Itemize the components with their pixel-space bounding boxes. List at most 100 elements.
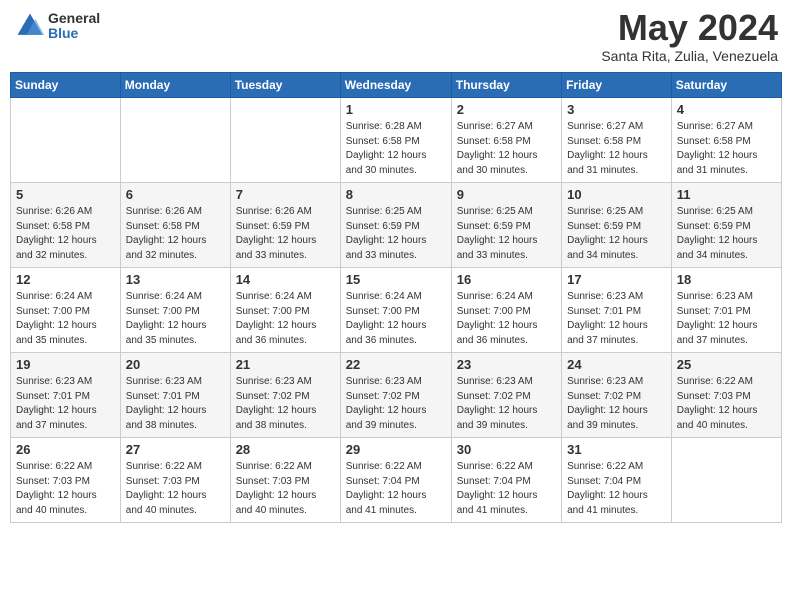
day-number: 22: [346, 357, 446, 372]
day-info: Sunrise: 6:26 AMSunset: 6:58 PMDaylight:…: [16, 205, 115, 263]
day-info: Sunrise: 6:23 AMSunset: 7:01 PMDaylight:…: [126, 375, 225, 433]
day-info: Sunrise: 6:23 AMSunset: 7:02 PMDaylight:…: [457, 375, 556, 433]
day-number: 8: [346, 187, 446, 202]
column-header-thursday: Thursday: [451, 73, 561, 98]
logo-icon: [14, 10, 46, 42]
calendar-cell: 28 Sunrise: 6:22 AMSunset: 7:03 PMDayligh…: [230, 438, 340, 523]
column-header-monday: Monday: [120, 73, 230, 98]
calendar-cell: 1 Sunrise: 6:28 AMSunset: 6:58 PMDaylight…: [340, 98, 451, 183]
month-title: May 2024: [601, 10, 778, 46]
calendar-header-row: SundayMondayTuesdayWednesdayThursdayFrid…: [11, 73, 782, 98]
calendar-cell: 16Sunrise: 6:24 AMSunset: 7:00 PMDayligh…: [451, 268, 561, 353]
day-info: Sunrise: 6:23 AMSunset: 7:02 PMDaylight:…: [346, 375, 446, 433]
day-number: 25: [677, 357, 776, 372]
calendar-cell: 11Sunrise: 6:25 AMSunset: 6:59 PMDayligh…: [671, 183, 781, 268]
day-number: 4: [677, 102, 776, 117]
calendar-cell: 4 Sunrise: 6:27 AMSunset: 6:58 PMDaylight…: [671, 98, 781, 183]
calendar-week-5: 26Sunrise: 6:22 AMSunset: 7:03 PMDayligh…: [11, 438, 782, 523]
day-info: Sunrise: 6:22 AMSunset: 7:03 PMDaylight:…: [126, 460, 225, 518]
calendar-cell: 5 Sunrise: 6:26 AMSunset: 6:58 PMDaylight…: [11, 183, 121, 268]
day-info: Sunrise: 6:25 AMSunset: 6:59 PMDaylight:…: [457, 205, 556, 263]
day-number: 29: [346, 442, 446, 457]
logo-blue: Blue: [48, 26, 100, 41]
page-header: General Blue May 2024 Santa Rita, Zulia,…: [10, 10, 782, 64]
calendar-cell: 9 Sunrise: 6:25 AMSunset: 6:59 PMDaylight…: [451, 183, 561, 268]
calendar-cell: 24 Sunrise: 6:23 AMSunset: 7:02 PMDayligh…: [562, 353, 672, 438]
day-info: Sunrise: 6:28 AMSunset: 6:58 PMDaylight:…: [346, 120, 446, 178]
day-number: 7: [236, 187, 335, 202]
column-header-tuesday: Tuesday: [230, 73, 340, 98]
column-header-wednesday: Wednesday: [340, 73, 451, 98]
calendar-cell: 3Sunrise: 6:27 AMSunset: 6:58 PMDaylight…: [562, 98, 672, 183]
day-info: Sunrise: 6:22 AMSunset: 7:03 PMDaylight:…: [16, 460, 115, 518]
column-header-saturday: Saturday: [671, 73, 781, 98]
calendar-cell: 17Sunrise: 6:23 AMSunset: 7:01 PMDayligh…: [562, 268, 672, 353]
day-info: Sunrise: 6:23 AMSunset: 7:02 PMDaylight:…: [567, 375, 666, 433]
day-number: 16: [457, 272, 556, 287]
day-info: Sunrise: 6:23 AMSunset: 7:01 PMDaylight:…: [16, 375, 115, 433]
calendar-cell: 26Sunrise: 6:22 AMSunset: 7:03 PMDayligh…: [11, 438, 121, 523]
day-number: 9: [457, 187, 556, 202]
calendar-cell: 23 Sunrise: 6:23 AMSunset: 7:02 PMDayligh…: [451, 353, 561, 438]
day-number: 18: [677, 272, 776, 287]
calendar-cell: 22 Sunrise: 6:23 AMSunset: 7:02 PMDayligh…: [340, 353, 451, 438]
day-info: Sunrise: 6:22 AMSunset: 7:04 PMDaylight:…: [457, 460, 556, 518]
logo-general: General: [48, 11, 100, 26]
calendar-cell: 10 Sunrise: 6:25 AMSunset: 6:59 PMDayligh…: [562, 183, 672, 268]
calendar-cell: 2 Sunrise: 6:27 AMSunset: 6:58 PMDaylight…: [451, 98, 561, 183]
calendar-table: SundayMondayTuesdayWednesdayThursdayFrid…: [10, 72, 782, 523]
day-info: Sunrise: 6:27 AMSunset: 6:58 PMDaylight:…: [457, 120, 556, 178]
calendar-cell: 31Sunrise: 6:22 AMSunset: 7:04 PMDayligh…: [562, 438, 672, 523]
day-number: 23: [457, 357, 556, 372]
day-number: 19: [16, 357, 115, 372]
day-info: Sunrise: 6:24 AMSunset: 7:00 PMDaylight:…: [16, 290, 115, 348]
calendar-cell: 27 Sunrise: 6:22 AMSunset: 7:03 PMDayligh…: [120, 438, 230, 523]
calendar-cell: 18Sunrise: 6:23 AMSunset: 7:01 PMDayligh…: [671, 268, 781, 353]
day-info: Sunrise: 6:24 AMSunset: 7:00 PMDaylight:…: [236, 290, 335, 348]
day-number: 17: [567, 272, 666, 287]
day-info: Sunrise: 6:26 AMSunset: 6:59 PMDaylight:…: [236, 205, 335, 263]
day-info: Sunrise: 6:25 AMSunset: 6:59 PMDaylight:…: [346, 205, 446, 263]
day-number: 2: [457, 102, 556, 117]
day-info: Sunrise: 6:24 AMSunset: 7:00 PMDaylight:…: [126, 290, 225, 348]
calendar-cell: 7 Sunrise: 6:26 AMSunset: 6:59 PMDaylight…: [230, 183, 340, 268]
day-info: Sunrise: 6:22 AMSunset: 7:03 PMDaylight:…: [236, 460, 335, 518]
calendar-week-4: 19 Sunrise: 6:23 AMSunset: 7:01 PMDayligh…: [11, 353, 782, 438]
day-info: Sunrise: 6:22 AMSunset: 7:03 PMDaylight:…: [677, 375, 776, 433]
day-number: 27: [126, 442, 225, 457]
day-number: 20: [126, 357, 225, 372]
day-number: 15: [346, 272, 446, 287]
calendar-cell: 30Sunrise: 6:22 AMSunset: 7:04 PMDayligh…: [451, 438, 561, 523]
day-number: 12: [16, 272, 115, 287]
column-header-friday: Friday: [562, 73, 672, 98]
day-number: 5: [16, 187, 115, 202]
calendar-week-3: 12 Sunrise: 6:24 AMSunset: 7:00 PMDayligh…: [11, 268, 782, 353]
calendar-cell: 25 Sunrise: 6:22 AMSunset: 7:03 PMDayligh…: [671, 353, 781, 438]
column-header-sunday: Sunday: [11, 73, 121, 98]
calendar-cell: 29Sunrise: 6:22 AMSunset: 7:04 PMDayligh…: [340, 438, 451, 523]
day-number: 10: [567, 187, 666, 202]
calendar-cell: 21 Sunrise: 6:23 AMSunset: 7:02 PMDayligh…: [230, 353, 340, 438]
calendar-cell: 6Sunrise: 6:26 AMSunset: 6:58 PMDaylight…: [120, 183, 230, 268]
day-info: Sunrise: 6:22 AMSunset: 7:04 PMDaylight:…: [567, 460, 666, 518]
logo: General Blue: [14, 10, 100, 42]
calendar-cell: [11, 98, 121, 183]
day-info: Sunrise: 6:27 AMSunset: 6:58 PMDaylight:…: [677, 120, 776, 178]
logo-text: General Blue: [48, 11, 100, 42]
calendar-cell: 14 Sunrise: 6:24 AMSunset: 7:00 PMDayligh…: [230, 268, 340, 353]
day-number: 13: [126, 272, 225, 287]
day-number: 24: [567, 357, 666, 372]
day-info: Sunrise: 6:23 AMSunset: 7:02 PMDaylight:…: [236, 375, 335, 433]
day-info: Sunrise: 6:25 AMSunset: 6:59 PMDaylight:…: [567, 205, 666, 263]
day-number: 1: [346, 102, 446, 117]
day-number: 3: [567, 102, 666, 117]
calendar-cell: 8 Sunrise: 6:25 AMSunset: 6:59 PMDaylight…: [340, 183, 451, 268]
calendar-cell: 15Sunrise: 6:24 AMSunset: 7:00 PMDayligh…: [340, 268, 451, 353]
calendar-cell: 20 Sunrise: 6:23 AMSunset: 7:01 PMDayligh…: [120, 353, 230, 438]
title-area: May 2024 Santa Rita, Zulia, Venezuela: [601, 10, 778, 64]
day-number: 14: [236, 272, 335, 287]
day-number: 21: [236, 357, 335, 372]
calendar-cell: [120, 98, 230, 183]
calendar-cell: 13 Sunrise: 6:24 AMSunset: 7:00 PMDayligh…: [120, 268, 230, 353]
day-number: 28: [236, 442, 335, 457]
